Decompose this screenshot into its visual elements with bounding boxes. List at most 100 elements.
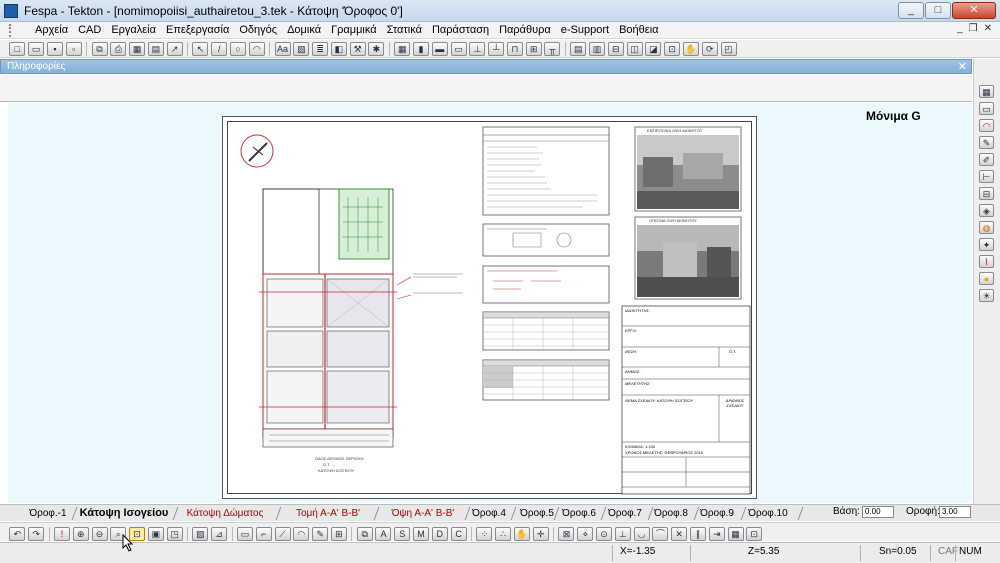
tab-floor-8[interactable]: Όροφ.8 [654,506,688,521]
zoom-window-icon[interactable]: ⊡ [664,42,681,56]
menu-grammika[interactable]: Γραμμικά [326,24,382,36]
render-icon[interactable]: ◪ [645,42,662,56]
open-file-icon[interactable]: ▭ [28,42,45,56]
snap-parallel-icon[interactable]: ∥ [689,527,706,541]
stair-icon[interactable]: ⊓ [506,42,523,56]
new-file-icon[interactable]: □ [9,42,26,56]
block-icon[interactable]: ◧ [330,42,347,56]
redraw-icon[interactable]: ⟳ [701,42,718,56]
chart-icon[interactable]: ▥ [589,42,606,56]
grid-icon[interactable]: ▦ [394,42,411,56]
tab-section-aa-bb[interactable]: Τομή Α-Α' Β-Β' [288,506,368,521]
mdi-close-button[interactable]: ✕ [984,23,992,34]
snap-near-icon[interactable]: ⌒ [652,527,669,541]
pencil-icon[interactable]: ✎ [979,136,994,149]
red-arc-icon[interactable]: ◠ [979,119,994,132]
tab-elevation-aa-bb[interactable]: Όψη Α-Α' Β-Β' [384,506,462,521]
frame-icon[interactable]: ╥ [544,42,561,56]
sun-icon[interactable]: ☀ [979,289,994,302]
redo-icon[interactable]: ↷ [28,527,45,541]
hand-icon[interactable]: ✋ [513,527,530,541]
save-icon[interactable]: ▪ [46,42,63,56]
info-panel-close-icon[interactable]: ✕ [958,60,967,73]
palette-icon[interactable]: ◍ [979,221,994,234]
menu-cad[interactable]: CAD [73,24,106,36]
zoom-previous-icon[interactable]: ◳ [166,527,183,541]
rectangle-icon[interactable]: ▭ [236,527,253,541]
close-button[interactable]: ✕ [952,2,996,19]
bulb-icon[interactable]: ● [979,272,994,285]
c-snap-icon[interactable]: C [450,527,467,541]
zoom-out-icon[interactable]: ⊖ [91,527,108,541]
tab-floor-6[interactable]: Όροφ.6 [562,506,596,521]
a-snap-icon[interactable]: A [375,527,392,541]
snap-all-icon[interactable]: ⊡ [746,527,763,541]
circle-icon[interactable]: ○ [229,42,246,56]
view-icon[interactable]: ◫ [626,42,643,56]
section-icon[interactable]: ⊟ [607,42,624,56]
edit-icon[interactable]: ✎ [312,527,329,541]
zoom-in-icon[interactable]: ⊕ [72,527,89,541]
menu-voitheia[interactable]: Βοήθεια [614,24,663,36]
drawing-sheet[interactable]: ΟΔΟΣ ΔΡΟΜΟΣ ΠΕΡΙΟΧΗ Ο.Τ. ... ΚΑΤΟΨΗ ΙΣΟΓ… [222,116,757,499]
report-icon[interactable]: ▤ [570,42,587,56]
render-3d-icon[interactable]: ◈ [979,204,994,217]
snap-end-icon[interactable]: ⊠ [558,527,575,541]
menu-ergaleia[interactable]: Εργαλεία [106,24,161,36]
basis-input[interactable]: 0.00 [862,506,894,518]
menu-epexergasia[interactable]: Επεξεργασία [161,24,234,36]
pointer-icon[interactable]: ↖ [192,42,209,56]
snap-extension-icon[interactable]: ⇥ [708,527,725,541]
d-snap-icon[interactable]: D [431,527,448,541]
zoom-all-icon[interactable]: ▣ [147,527,164,541]
maximize-button[interactable]: □ [925,2,951,19]
snap-mid-icon[interactable]: ⋄ [577,527,594,541]
brush-icon[interactable]: ✐ [979,153,994,166]
tab-floor-5[interactable]: Όροφ.5 [520,506,554,521]
mdi-restore-button[interactable]: ❐ [969,23,978,34]
tab-floor-9[interactable]: Όροφ.9 [700,506,734,521]
settings-icon[interactable]: ✱ [368,42,385,56]
label-icon[interactable]: ⊟ [979,187,994,200]
tab-floor-4[interactable]: Όροφ.4 [472,506,506,521]
arc-icon[interactable]: ◠ [248,42,265,56]
m-snap-icon[interactable]: M [413,527,430,541]
ortho-icon[interactable]: ⊿ [211,527,228,541]
snap-line-icon[interactable]: ⟋ [274,527,291,541]
tab-floor-10[interactable]: Όροφ.10 [748,506,788,521]
minimize-button[interactable]: _ [898,2,924,19]
menu-parathyra[interactable]: Παράθυρα [494,24,556,36]
property-icon[interactable]: ▦ [979,85,994,98]
wall-icon[interactable]: ┴ [488,42,505,56]
table-icon[interactable]: ⊞ [525,42,542,56]
snap-center-icon[interactable]: ⊙ [596,527,613,541]
text-icon[interactable]: Aa [274,42,291,56]
snap-tangent-icon[interactable]: ◡ [633,527,650,541]
crosshair-icon[interactable]: ✛ [532,527,549,541]
polyline-icon[interactable]: ⌐ [255,527,272,541]
menu-odigos[interactable]: Οδηγός [234,24,282,36]
menu-esupport[interactable]: e-Support [556,24,614,36]
hatch-icon[interactable]: ▧ [293,42,310,56]
print-icon[interactable]: ⎙ [110,42,127,56]
tab-ground-floor-plan[interactable]: Κάτοψη Ισογείου [78,506,170,521]
beam-icon[interactable]: ▬ [431,42,448,56]
print-preview-icon[interactable]: ▦ [129,42,146,56]
arc-3pt-icon[interactable]: ◠ [293,527,310,541]
table-grid-icon[interactable]: ⊞ [330,527,347,541]
tools-icon[interactable]: ⚒ [349,42,366,56]
layer-toggle-icon[interactable]: ▧ [192,527,209,541]
snap-grid-icon[interactable]: ▦ [727,527,744,541]
copy-object-icon[interactable]: ⧉ [356,527,373,541]
line-icon[interactable]: / [211,42,228,56]
alert-icon[interactable]: ! [53,527,70,541]
plot-icon[interactable]: ▤ [147,42,164,56]
footing-icon[interactable]: ⊥ [469,42,486,56]
copy-icon[interactable]: ⧉ [91,42,108,56]
thermometer-icon[interactable]: ⌇ [979,255,994,268]
grid-dots-icon[interactable]: ⁘ [476,527,493,541]
tab-floor-minus-1[interactable]: Όροφ.-1 [28,506,68,521]
menu-statika[interactable]: Στατικά [382,24,427,36]
light-icon[interactable]: ✦ [979,238,994,251]
slab-icon[interactable]: ▭ [450,42,467,56]
